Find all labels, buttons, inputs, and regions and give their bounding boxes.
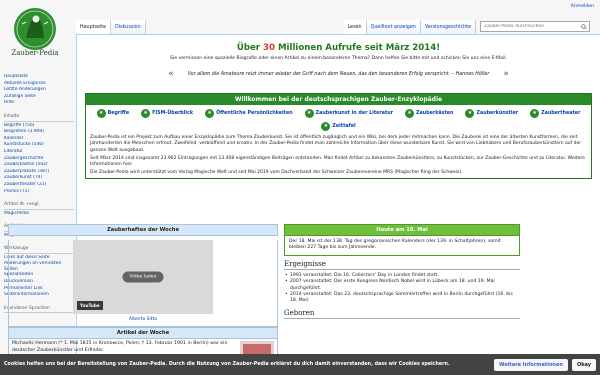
sidebar-item-hilfe[interactable]: Hilfe — [4, 100, 74, 107]
artikel-text: Michaelis Hermann (* 1. Mai 1835 in Kron… — [12, 341, 228, 353]
tab-lesen[interactable]: Lesen — [343, 20, 367, 34]
tab-hauptseite[interactable]: Hauptseite — [76, 20, 112, 34]
login-link[interactable]: Anmelden — [571, 4, 594, 9]
banner-subline: Sie vermissen eine spezielle Biografie o… — [170, 56, 507, 61]
star-icon: ★ — [304, 109, 314, 118]
category-zeittafel[interactable]: ★ Zeittafel — [321, 122, 356, 131]
namespace-tabs: Hauptseite Diskussion — [76, 20, 146, 34]
sidebar-item-zauberplakate[interactable]: Zauberplakate (387) — [4, 169, 74, 176]
quote-close-mark: » — [503, 69, 509, 79]
cookie-more-button[interactable]: Weitere Informationen — [493, 358, 568, 371]
zauberhaftes-box: Video laden YouTube Alberto Sitta — [8, 240, 278, 327]
welcome-paragraph-2: Seit März 2014 sind insgesamt 23.962 Ein… — [90, 155, 585, 168]
quote-open-mark: « — [168, 69, 174, 79]
star-icon: ★ — [96, 109, 106, 118]
today-box: Der 18. Mai ist der 138. Tag des gregori… — [284, 236, 520, 256]
sidebar-item-kunststuecke[interactable]: Kunststücke (546) — [4, 142, 74, 149]
star-icon: ★ — [141, 109, 151, 118]
sidebar-item-zaubertheater[interactable]: Zaubertheater (21) — [4, 182, 74, 189]
banner-headline: Über 30 Millionen Aufrufe seit März 2014… — [77, 43, 600, 53]
tab-diskussion[interactable]: Diskussion — [111, 20, 146, 34]
category-zauberkuenstler[interactable]: ★ Zauberkünstler — [465, 109, 518, 118]
welcome-paragraph-3: Die Zauber-Pedia wird unterstützt vom Ve… — [90, 170, 463, 176]
category-fism[interactable]: ★ FISM-Überblick — [141, 109, 193, 118]
cookie-banner: Cookies helfen uns bei der Bereitstellun… — [0, 354, 600, 375]
sidebar-item-biografien[interactable]: Biografien (3.949) — [4, 129, 74, 136]
sidebar-heading-engl: Artikel dt.+engl. — [4, 202, 74, 210]
right-column: Heute am 18. Mai Der 18. Mai ist der 138… — [284, 224, 520, 375]
search-input[interactable] — [481, 22, 589, 31]
events-heading: Ergeignisse — [284, 260, 520, 270]
search-icon[interactable] — [581, 24, 587, 32]
cookie-ok-button[interactable]: Okay — [571, 358, 596, 371]
site-logo[interactable]: Zauber-Pedia — [6, 4, 64, 62]
tab-versionsgeschichte[interactable]: Versionsgeschichte — [420, 20, 476, 34]
category-links: ★ Begriffe ★ FISM-Überblick ★ Öffentliche P… — [86, 105, 591, 134]
quote-text: Vor allem die Amateure reizt immer wiede… — [187, 71, 490, 77]
star-icon: ★ — [321, 122, 331, 131]
sidebar-item-letzte-aenderungen[interactable]: Letzte Änderungen — [4, 87, 74, 94]
list-item: 2007 veranstaltet: Der erste Kongress No… — [284, 279, 520, 292]
banner-text-before: Über — [236, 43, 264, 53]
star-icon: ★ — [405, 109, 415, 118]
video-load-button[interactable]: Video laden — [122, 271, 164, 283]
sidebar-heading-inhalte: Inhalte — [4, 114, 74, 122]
sidebar-item-literatur[interactable]: Literatur — [4, 149, 74, 156]
quote: « Vor allem die Amateure reizt immer wie… — [87, 69, 590, 79]
star-icon: ★ — [205, 109, 215, 118]
search-box — [480, 21, 590, 32]
youtube-badge: YouTube — [77, 301, 103, 310]
sidebar-item-zauberkasten[interactable]: Zauberkasten (502) — [4, 162, 74, 169]
category-begriffe[interactable]: ★ Begriffe — [96, 109, 129, 118]
sidebar-item-kalender[interactable]: Kalender — [4, 136, 74, 143]
video-embed[interactable]: Video laden YouTube — [73, 240, 213, 314]
category-zauberkaesten[interactable]: ★ Zauberkästen — [405, 109, 453, 118]
born-heading: Geboren — [284, 309, 520, 319]
star-icon: ★ — [465, 109, 475, 118]
events-list: 1991 veranstaltet: Die 16. Collectors' D… — [284, 273, 520, 305]
sidebar-item-begriffe[interactable]: Begriffe (756) — [4, 123, 74, 130]
tab-quelltext[interactable]: Quelltext anzeigen — [366, 20, 421, 34]
sidebar-item-zufaellige-seite[interactable]: Zufällige Seite — [4, 94, 74, 101]
banner: Über 30 Millionen Aufrufe seit März 2014… — [77, 35, 600, 61]
banner-number: 30 — [263, 43, 276, 53]
star-icon: ★ — [530, 109, 540, 118]
category-literatur[interactable]: ★ Zauberkunst in der Literatur — [304, 109, 393, 118]
logo-text: Zauber-Pedia — [11, 49, 59, 57]
banner-text-after: Millionen Aufrufe seit März 2014! — [275, 43, 441, 53]
sidebar-item-hauptseite[interactable]: Hauptseite — [4, 74, 74, 81]
view-tabs: Lesen Quelltext anzeigen Versionsgeschic… — [343, 20, 476, 34]
artikel-title: Artikel der Woche — [8, 327, 278, 339]
zauberhaftes-title: Zauberhaftes der Woche — [8, 224, 278, 236]
welcome-paragraph-1: Zauber-Pedia ist ein Projekt zum Aufbau … — [90, 135, 582, 153]
columns: Zauberhaftes der Woche Video laden YouTu… — [8, 224, 520, 375]
today-title: Heute am 18. Mai — [284, 224, 520, 236]
sidebar-item-zauberkunst[interactable]: Zauberkunst (74) — [4, 175, 74, 182]
video-caption[interactable]: Alberto Sitta — [9, 314, 277, 326]
list-item: 2014 veranstaltet: Das 23. deutschsprach… — [284, 292, 520, 305]
category-zaubertheater[interactable]: ★ Zaubertheater — [530, 109, 580, 118]
sidebar-item-promis[interactable]: Promis (71) — [4, 189, 74, 196]
cookie-text: Cookies helfen uns bei der Bereitstellun… — [4, 361, 450, 367]
category-persoenlichkeiten[interactable]: ★ Öffentliche Persönlichkeiten — [205, 109, 293, 118]
welcome-title: Willkommen bei der deutschsprachigen Zau… — [86, 94, 591, 105]
welcome-box: Willkommen bei der deutschsprachigen Zau… — [85, 93, 592, 179]
today-text: Der 18. Mai ist der 138. Tag des gregori… — [289, 239, 501, 251]
sidebar-item-magicpedia[interactable]: MagicPedia — [4, 211, 74, 218]
left-column: Zauberhaftes der Woche Video laden YouTu… — [8, 224, 278, 375]
sidebar-item-aktuelle-ereignisse[interactable]: Aktuelle Ereignisse — [4, 81, 74, 88]
sidebar-item-zaubergeschichte[interactable]: Zaubergeschichte — [4, 156, 74, 163]
